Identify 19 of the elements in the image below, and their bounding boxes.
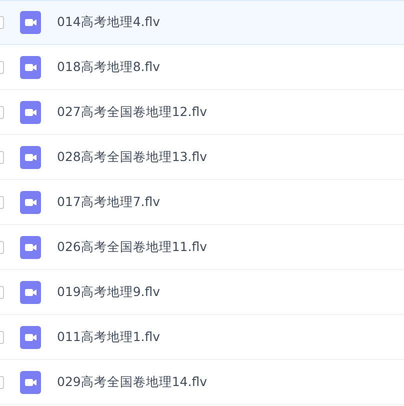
video-file-icon	[20, 100, 41, 124]
video-file-icon	[20, 236, 41, 258]
file-name: 014高考地理4.flv	[57, 13, 160, 32]
video-file-icon	[20, 56, 41, 78]
file-name: 029高考全国卷地理14.flv	[57, 372, 208, 391]
file-row[interactable]: 014高考地理4.flv	[0, 0, 404, 45]
file-name: 018高考地理8.flv	[57, 58, 160, 76]
video-file-icon	[20, 190, 41, 214]
file-name: 017高考地理7.flv	[57, 192, 160, 211]
video-file-icon	[20, 326, 41, 348]
video-file-icon	[20, 370, 41, 394]
file-name: 019高考地理9.flv	[57, 282, 160, 301]
video-file-icon	[20, 280, 41, 304]
video-file-icon	[20, 146, 41, 168]
file-name: 026高考全国卷地理11.flv	[57, 238, 208, 256]
video-file-icon	[20, 11, 41, 34]
file-name: 027高考全国卷地理12.flv	[57, 102, 208, 121]
file-name: 011高考地理1.flv	[57, 328, 160, 346]
file-name: 028高考全国卷地理13.flv	[57, 148, 208, 166]
